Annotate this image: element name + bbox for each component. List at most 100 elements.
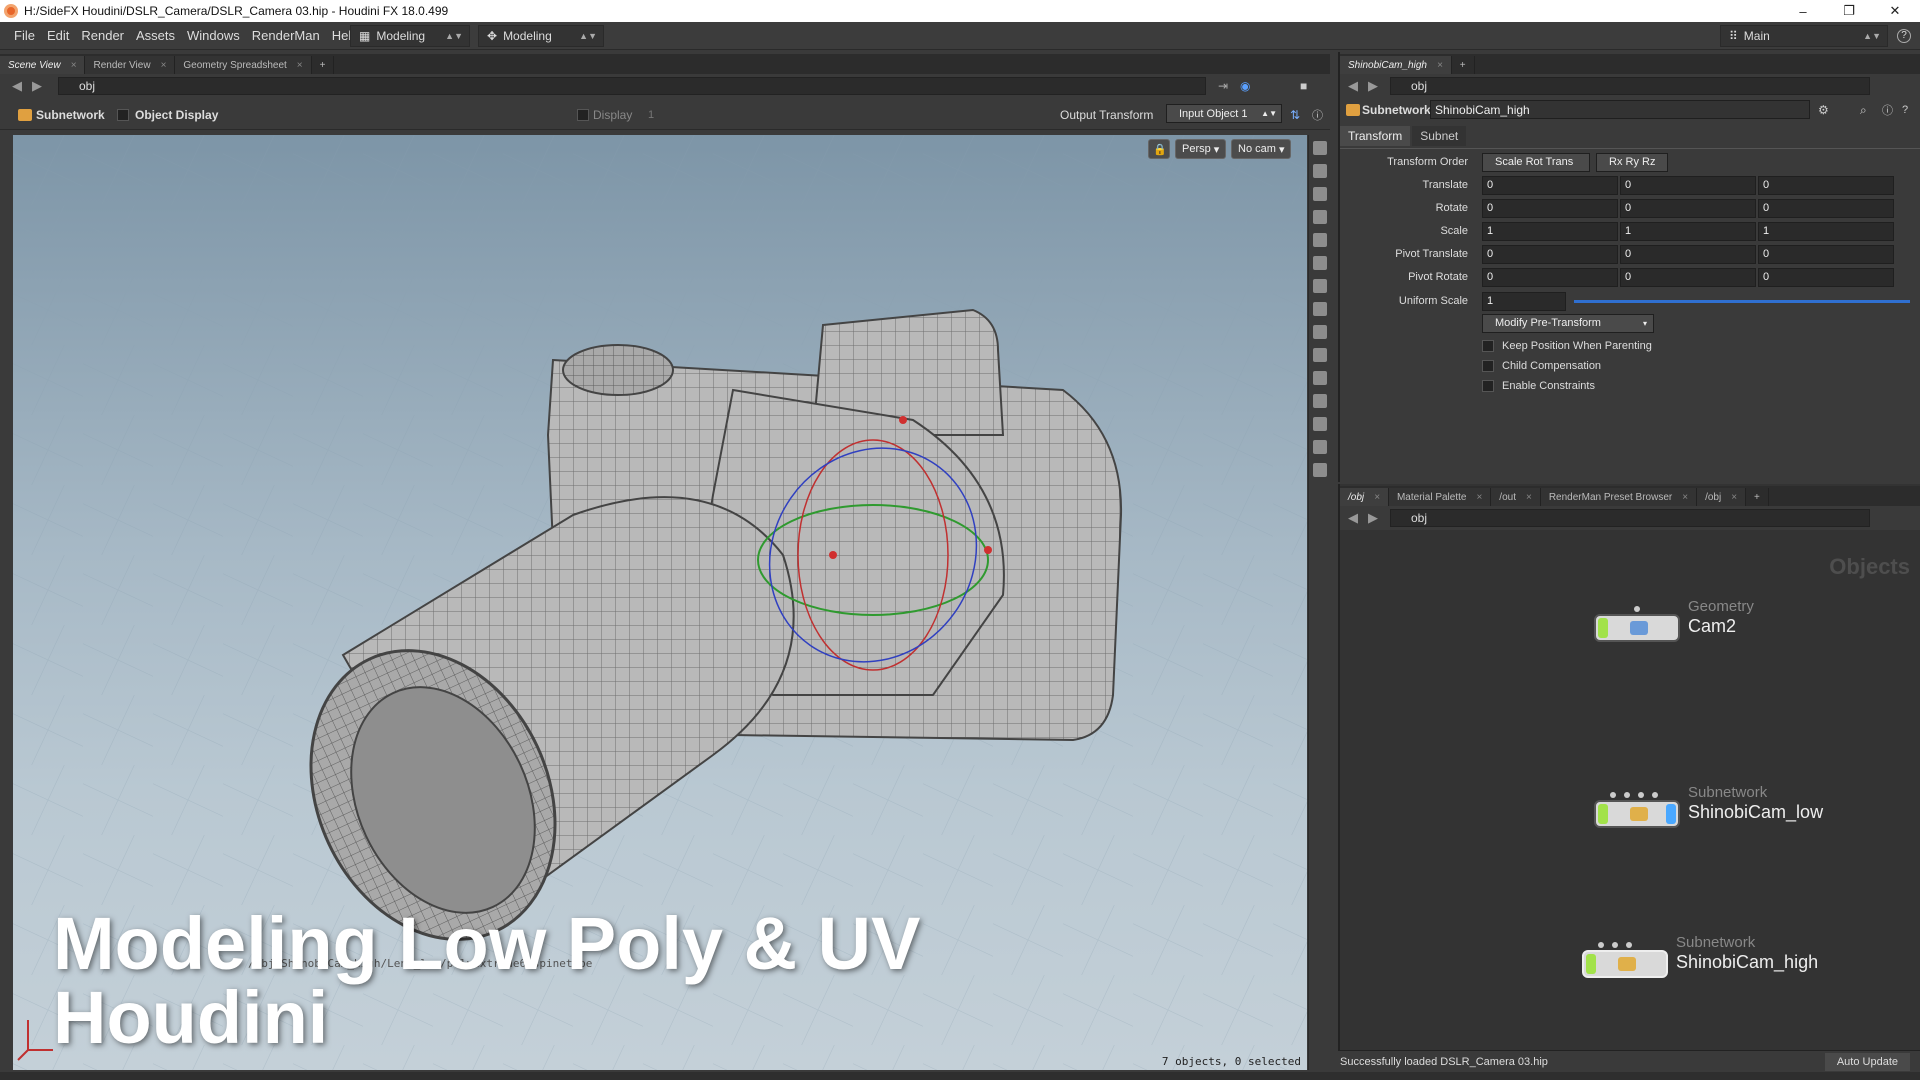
- network-path-field[interactable]: obj: [1390, 509, 1870, 527]
- lock-icon[interactable]: [1312, 187, 1327, 201]
- wireframe-icon[interactable]: [1312, 325, 1327, 339]
- scale-y-field[interactable]: 1: [1620, 221, 1756, 241]
- input-object-select[interactable]: Input Object 1 ▲▼: [1166, 104, 1282, 123]
- view-tool-icon[interactable]: [1312, 164, 1327, 178]
- close-tab-icon[interactable]: ×: [1476, 492, 1482, 503]
- back-arrow-icon[interactable]: ◀: [1348, 510, 1358, 526]
- points-icon[interactable]: [1312, 348, 1327, 362]
- menu-windows[interactable]: Windows: [181, 28, 246, 43]
- tab-obj-2[interactable]: /obj ×: [1697, 488, 1747, 506]
- hierarchy-icon[interactable]: ⇅: [1290, 108, 1300, 122]
- menu-render[interactable]: Render: [75, 28, 130, 43]
- text-icon[interactable]: [1312, 440, 1327, 454]
- info-icon[interactable]: ⓘ: [1882, 102, 1893, 118]
- persp-menu[interactable]: Persp ▾: [1175, 139, 1227, 159]
- close-button[interactable]: ✕: [1872, 0, 1918, 22]
- snap-icon[interactable]: [1312, 210, 1327, 224]
- close-tab-icon[interactable]: ×: [1374, 492, 1380, 503]
- pin-icon[interactable]: ⇥: [1218, 79, 1228, 93]
- 3d-viewport[interactable]: 🔒 Persp ▾ No cam ▾ /obj/ShinobiCam_high/…: [13, 135, 1307, 1070]
- node-name-field[interactable]: ShinobiCam_high: [1430, 100, 1810, 119]
- forward-arrow-icon[interactable]: ▶: [1368, 78, 1378, 94]
- gizmo-handle[interactable]: [899, 416, 907, 424]
- normals-icon[interactable]: [1312, 371, 1327, 385]
- ghost-icon[interactable]: [1312, 417, 1327, 431]
- rotation-order-select[interactable]: Rx Ry Rz: [1596, 152, 1668, 172]
- tab-transform[interactable]: Transform: [1340, 126, 1411, 146]
- rotate-y-field[interactable]: 0: [1620, 198, 1756, 218]
- tab-material-palette[interactable]: Material Palette ×: [1388, 488, 1492, 506]
- param-path-field[interactable]: obj: [1390, 77, 1870, 95]
- rotate-z-field[interactable]: 0: [1758, 198, 1894, 218]
- add-tab-button[interactable]: +: [312, 56, 335, 74]
- grid-icon[interactable]: [1312, 394, 1327, 408]
- select-tool-icon[interactable]: [1312, 141, 1327, 155]
- menu-assets[interactable]: Assets: [130, 28, 181, 43]
- display-value[interactable]: 1: [648, 109, 654, 121]
- add-tab-button[interactable]: +: [1746, 488, 1769, 506]
- light-icon[interactable]: [1312, 256, 1327, 270]
- lock-camera-icon[interactable]: 🔒: [1148, 139, 1170, 159]
- rotate-x-field[interactable]: 0: [1482, 198, 1618, 218]
- display-options-icon[interactable]: [1312, 279, 1327, 293]
- auto-update-menu[interactable]: Auto Update: [1824, 1053, 1910, 1071]
- keep-position-checkbox[interactable]: [1482, 340, 1494, 352]
- object-display-checkbox[interactable]: [117, 109, 129, 121]
- tab-shinobicam-high[interactable]: ShinobiCam_high ×: [1340, 56, 1452, 74]
- enable-constraints-checkbox[interactable]: [1482, 380, 1494, 392]
- tab-renderman-preset-browser[interactable]: RenderMan Preset Browser ×: [1540, 488, 1698, 506]
- menu-file[interactable]: File: [8, 28, 41, 43]
- render-icon[interactable]: [1312, 463, 1327, 477]
- close-tab-icon[interactable]: ×: [1437, 60, 1443, 71]
- tab-subnet[interactable]: Subnet: [1412, 126, 1467, 146]
- menu-edit[interactable]: Edit: [41, 28, 75, 43]
- tab-obj[interactable]: /obj ×: [1340, 488, 1389, 506]
- search-icon[interactable]: ⌕: [1860, 103, 1867, 118]
- transform-order-select[interactable]: Scale Rot Trans: [1482, 152, 1590, 172]
- back-arrow-icon[interactable]: ◀: [12, 78, 22, 94]
- menu-renderman[interactable]: RenderMan: [246, 28, 326, 43]
- uniform-scale-field[interactable]: 1: [1482, 291, 1566, 311]
- help-icon[interactable]: ⓘ: [1312, 107, 1323, 123]
- tab-geometry-spreadsheet[interactable]: Geometry Spreadsheet ×: [175, 56, 312, 74]
- gear-icon[interactable]: ⚙: [1818, 103, 1829, 117]
- restore-button[interactable]: ❐: [1826, 0, 1872, 22]
- forward-arrow-icon[interactable]: ▶: [32, 78, 42, 94]
- close-tab-icon[interactable]: ×: [1682, 492, 1688, 503]
- scale-x-field[interactable]: 1: [1482, 221, 1618, 241]
- view-icon[interactable]: ◉: [1240, 79, 1250, 93]
- minimize-button[interactable]: –: [1780, 0, 1826, 22]
- gizmo-handle[interactable]: [984, 546, 992, 554]
- child-compensation-checkbox[interactable]: [1482, 360, 1494, 372]
- close-tab-icon[interactable]: ×: [71, 60, 77, 71]
- add-tab-button[interactable]: +: [1452, 56, 1475, 74]
- scale-z-field[interactable]: 1: [1758, 221, 1894, 241]
- close-tab-icon[interactable]: ×: [1731, 492, 1737, 503]
- help-icon[interactable]: ?: [1902, 104, 1908, 116]
- help-icon[interactable]: ?: [1897, 29, 1911, 43]
- desktop-select[interactable]: ▦ Modeling ▲▼: [350, 25, 470, 47]
- uniform-scale-slider[interactable]: [1574, 300, 1910, 303]
- tab-render-view[interactable]: Render View ×: [85, 56, 176, 74]
- close-tab-icon[interactable]: ×: [161, 60, 167, 71]
- tab-out[interactable]: /out ×: [1491, 488, 1541, 506]
- translate-z-field[interactable]: 0: [1758, 175, 1894, 195]
- pivot-translate-z-field[interactable]: 0: [1758, 244, 1894, 264]
- camera-menu[interactable]: No cam ▾: [1231, 139, 1292, 159]
- translate-x-field[interactable]: 0: [1482, 175, 1618, 195]
- back-arrow-icon[interactable]: ◀: [1348, 78, 1358, 94]
- pivot-rotate-x-field[interactable]: 0: [1482, 267, 1618, 287]
- pivot-translate-y-field[interactable]: 0: [1620, 244, 1756, 264]
- pivot-rotate-z-field[interactable]: 0: [1758, 267, 1894, 287]
- main-desktop-select[interactable]: ⠿ Main ▲▼: [1720, 25, 1888, 47]
- pivot-rotate-y-field[interactable]: 0: [1620, 267, 1756, 287]
- tab-scene-view[interactable]: Scene View ×: [0, 56, 86, 74]
- scene-path-field[interactable]: obj: [58, 77, 1206, 95]
- close-tab-icon[interactable]: ×: [297, 60, 303, 71]
- close-tab-icon[interactable]: ×: [1526, 492, 1532, 503]
- display-checkbox[interactable]: [577, 109, 589, 121]
- shading-icon[interactable]: [1312, 302, 1327, 316]
- layout-icon[interactable]: ■: [1300, 79, 1307, 93]
- camera-icon[interactable]: [1312, 233, 1327, 247]
- translate-y-field[interactable]: 0: [1620, 175, 1756, 195]
